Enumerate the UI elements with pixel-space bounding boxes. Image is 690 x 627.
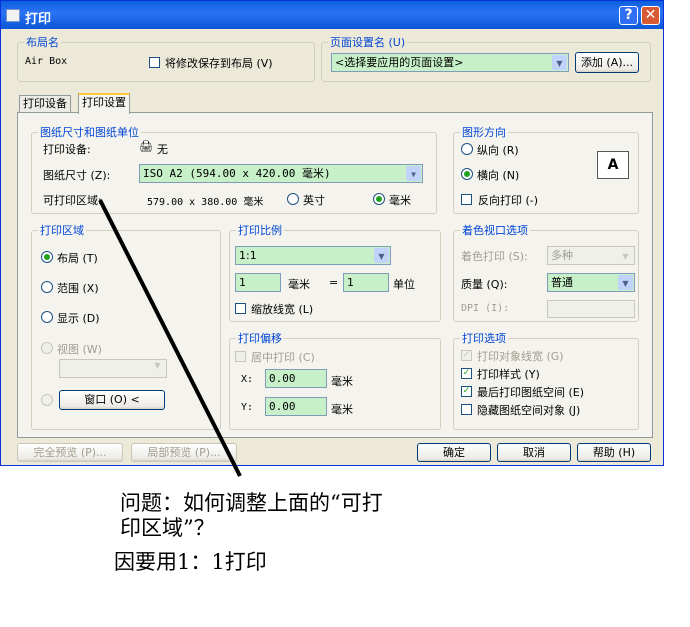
tab-print-settings[interactable]: 打印设置 <box>78 93 130 114</box>
annotation-line-stroke <box>98 199 242 477</box>
caption-line-2: 印区域”？ <box>120 516 215 540</box>
caption-line-3: 因要用1：1打印 <box>114 550 267 574</box>
